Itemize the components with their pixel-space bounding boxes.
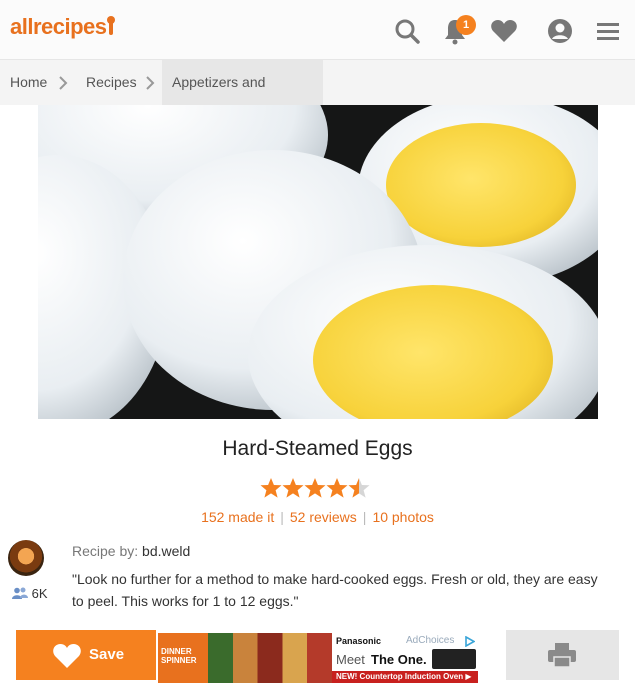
ad-tagline-one: The One. xyxy=(371,652,427,667)
hamburger-menu-icon[interactable] xyxy=(594,16,624,46)
breadcrumb-appetizers-and-snacks[interactable]: Appetizers and Snacks xyxy=(162,60,323,135)
chevron-right-icon xyxy=(146,76,155,90)
ad-text-panel: Panasonic AdChoices Meet The One. NEW! C… xyxy=(332,633,478,683)
ad-product-panel: DINNER SPINNER xyxy=(158,633,208,683)
recipe-byline: Recipe by: bd.weld xyxy=(72,543,190,559)
reviews-link[interactable]: 52 reviews xyxy=(290,509,357,525)
logo-spoon-icon xyxy=(106,16,115,35)
breadcrumb-home[interactable]: Home xyxy=(10,60,47,105)
rating-star-icon xyxy=(304,478,326,498)
author-followers: 6K xyxy=(12,586,48,601)
ad-tagline-meet: Meet xyxy=(336,652,365,667)
made-it-link[interactable]: 152 made it xyxy=(201,509,274,525)
breadcrumb: Home Recipes Appetizers and Snacks xyxy=(0,60,635,135)
rating-star-icon xyxy=(260,478,282,498)
ad-promo-bar: NEW! Countertop Induction Oven ▶ xyxy=(332,671,478,683)
breadcrumb-recipes[interactable]: Recipes xyxy=(86,60,137,105)
divider: | xyxy=(362,509,367,525)
author-avatar[interactable] xyxy=(8,540,44,576)
recipe-hero-image[interactable] xyxy=(38,105,598,419)
heart-icon xyxy=(53,644,81,668)
author-name-link[interactable]: bd.weld xyxy=(142,543,190,559)
followers-count: 6K xyxy=(31,586,48,601)
hard-boiled-eggs-photo xyxy=(38,105,598,419)
rating-star-icon xyxy=(348,478,370,498)
photos-link[interactable]: 10 photos xyxy=(372,509,434,525)
rating-star-icon xyxy=(326,478,348,498)
chevron-right-icon xyxy=(59,76,68,90)
ad-brand: Panasonic xyxy=(336,636,382,646)
user-profile-icon[interactable] xyxy=(545,16,575,46)
byline-label: Recipe by: xyxy=(72,543,139,559)
recipe-description: "Look no further for a method to make ha… xyxy=(72,571,598,609)
search-icon[interactable] xyxy=(392,16,422,46)
ad-promo-text: NEW! Countertop Induction Oven ▶ xyxy=(336,672,472,681)
logo-text: allrecipes xyxy=(10,14,107,39)
save-label: Save xyxy=(89,646,125,663)
ad-food-image xyxy=(208,633,332,683)
rating-star-icon xyxy=(282,478,304,498)
heart-icon[interactable] xyxy=(489,16,519,46)
notification-badge: 1 xyxy=(456,15,476,35)
ad-product-name: DINNER SPINNER xyxy=(161,647,197,665)
ad-oven-image xyxy=(432,649,476,669)
print-button[interactable] xyxy=(506,630,619,680)
recipe-stats: 152 made it | 52 reviews | 10 photos xyxy=(0,509,635,525)
recipe-title: Hard-Steamed Eggs xyxy=(222,437,413,460)
top-navigation-bar: allrecipes 1 xyxy=(0,0,635,60)
adchoices-link[interactable]: AdChoices xyxy=(406,635,454,646)
adchoices-icon[interactable] xyxy=(465,636,475,647)
followers-icon xyxy=(12,587,28,599)
divider: | xyxy=(280,509,284,525)
save-button[interactable]: Save xyxy=(16,630,156,680)
printer-icon xyxy=(548,643,576,668)
rating-stars[interactable] xyxy=(260,476,372,500)
allrecipes-logo[interactable]: allrecipes xyxy=(10,14,115,40)
advertisement-banner[interactable]: DINNER SPINNER Panasonic AdChoices Meet … xyxy=(158,633,478,683)
